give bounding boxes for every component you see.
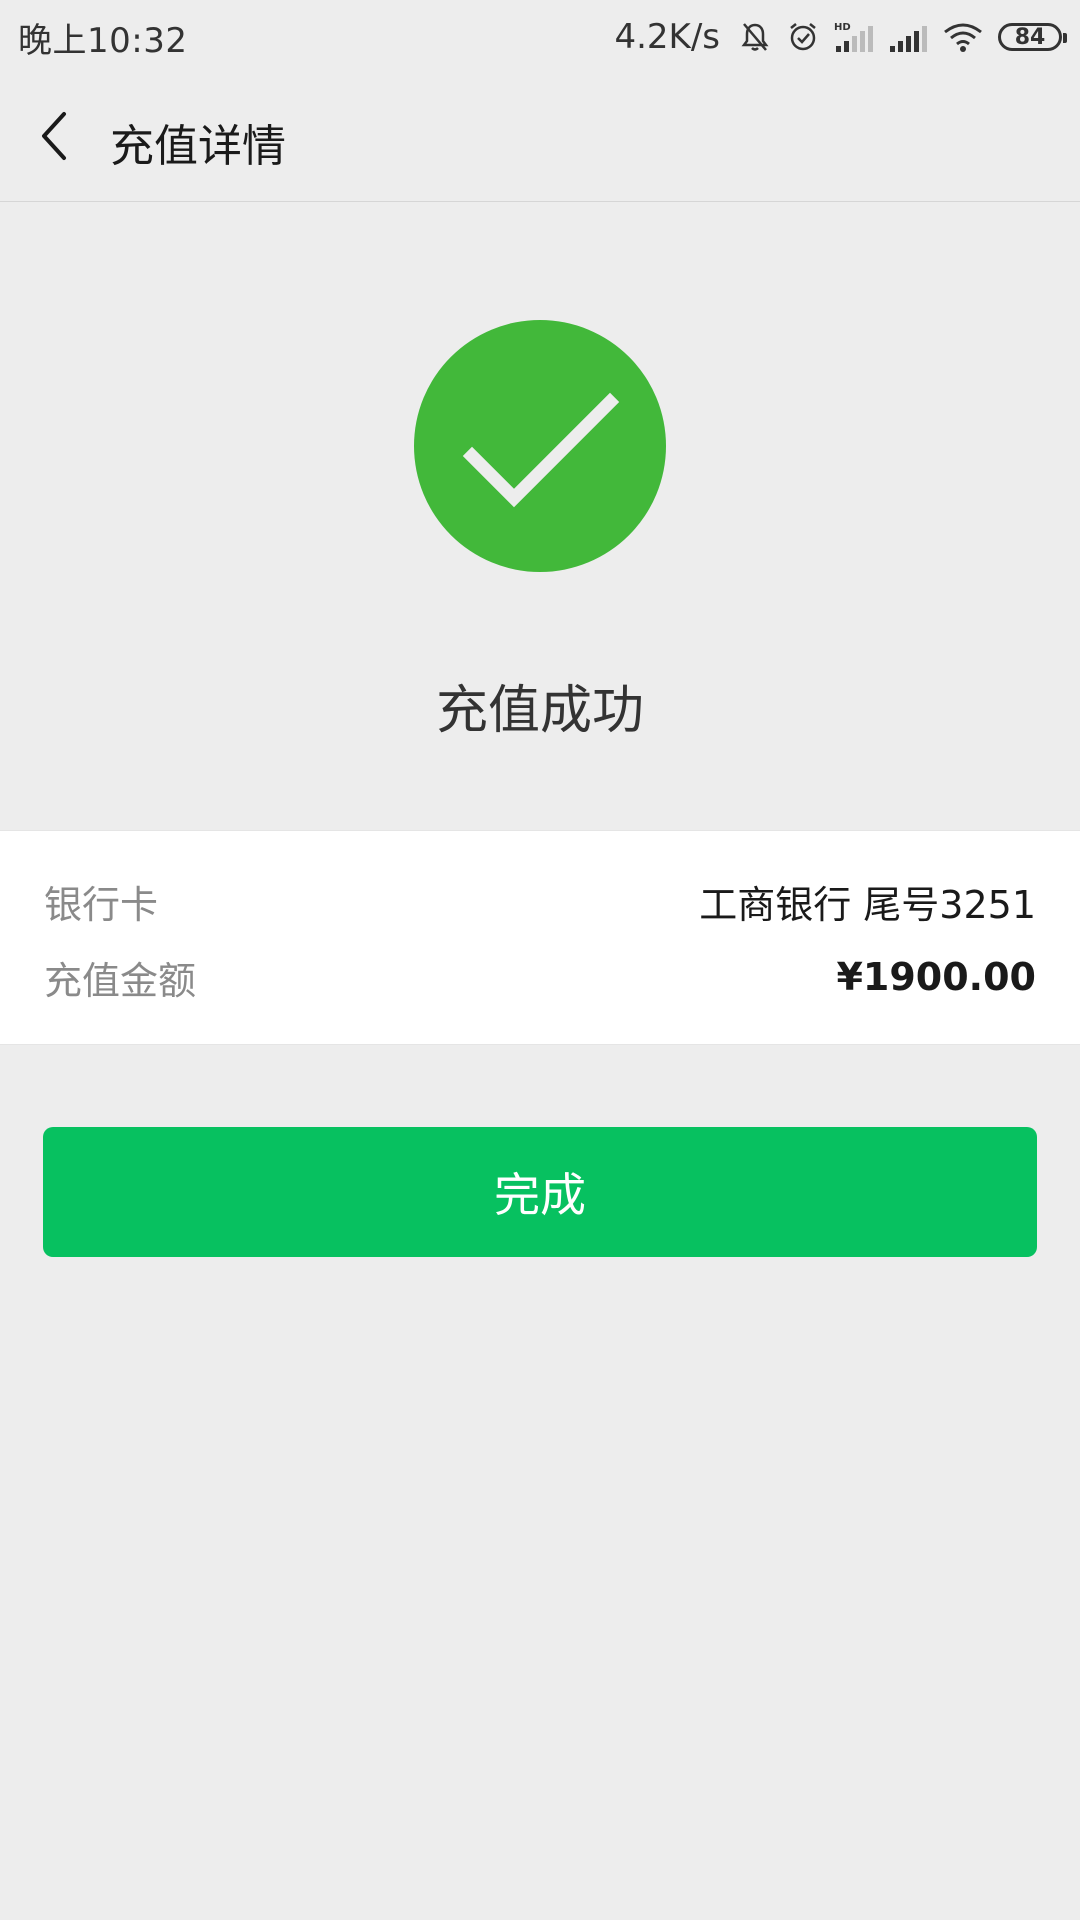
status-indicators: 4.2K/s HD 84: [614, 17, 1067, 57]
status-bar: 晚上10:32 4.2K/s HD 84: [0, 0, 1080, 74]
hd-signal-icon: HD: [834, 20, 874, 54]
amount-row: 充值金额 ¥1900.00: [44, 947, 1036, 1007]
status-time: 晚上10:32: [18, 20, 188, 61]
bank-card-row: 银行卡 工商银行 尾号3251: [44, 871, 1036, 931]
page-title: 充值详情: [110, 121, 286, 172]
svg-text:HD: HD: [834, 22, 851, 33]
bank-card-label: 银行卡: [44, 882, 159, 927]
recharge-detail-card: 银行卡 工商银行 尾号3251 充值金额 ¥1900.00: [0, 830, 1080, 1045]
check-icon: [462, 392, 620, 508]
battery-icon: 84: [998, 23, 1067, 51]
alarm-icon: [786, 20, 820, 54]
amount-label: 充值金额: [44, 958, 197, 1003]
wifi-icon: [942, 20, 984, 54]
chevron-left-icon: [42, 112, 66, 160]
success-badge: [414, 320, 666, 572]
success-message: 充值成功: [435, 681, 644, 741]
bell-muted-icon: [738, 20, 772, 54]
signal-icon: [888, 20, 928, 54]
network-speed: 4.2K/s: [614, 17, 720, 57]
bank-card-value: 工商银行 尾号3251: [699, 882, 1036, 927]
nav-bar: 充值详情: [0, 74, 1080, 202]
back-button[interactable]: [22, 104, 86, 168]
amount-value: ¥1900.00: [836, 955, 1036, 999]
done-button[interactable]: 完成: [43, 1127, 1037, 1257]
